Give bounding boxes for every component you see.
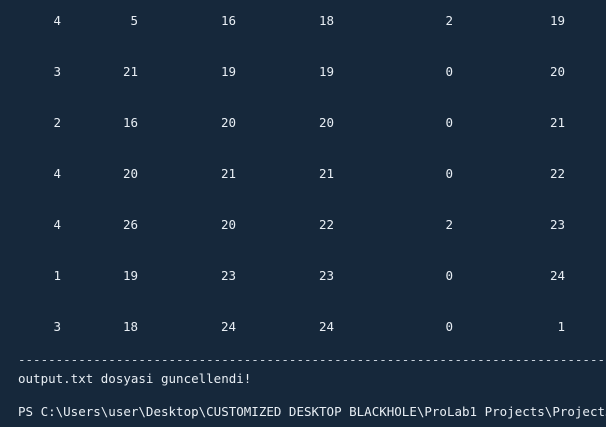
table-cell: 21 bbox=[220, 166, 236, 181]
table-cell: 4 bbox=[53, 13, 61, 28]
table-cell: 19 bbox=[122, 268, 138, 283]
table-cell: 0 bbox=[445, 64, 453, 79]
table-cell: 0 bbox=[445, 268, 453, 283]
table-row: 4 26 20 22 2 23 bbox=[0, 216, 606, 234]
table-row: 2 16 20 20 0 21 bbox=[0, 114, 606, 132]
table-cell: 20 bbox=[122, 166, 138, 181]
table-cell: 1 bbox=[53, 268, 61, 283]
table-cell: 0 bbox=[445, 115, 453, 130]
table-cell: 20 bbox=[220, 217, 236, 232]
table-cell: 23 bbox=[220, 268, 236, 283]
table-cell: 21 bbox=[549, 115, 565, 130]
table-cell: 21 bbox=[122, 64, 138, 79]
table-cell: 16 bbox=[220, 13, 236, 28]
table-cell: 16 bbox=[122, 115, 138, 130]
status-message: output.txt dosyasi guncellendi! bbox=[18, 371, 252, 386]
table-cell: 18 bbox=[122, 319, 138, 334]
table-cell: 23 bbox=[549, 217, 565, 232]
table-cell: 22 bbox=[549, 166, 565, 181]
table-cell: 0 bbox=[445, 166, 453, 181]
table-cell: 2 bbox=[445, 217, 453, 232]
table-cell: 18 bbox=[318, 13, 334, 28]
table-cell: 22 bbox=[318, 217, 334, 232]
table-cell: 23 bbox=[318, 268, 334, 283]
table-cell: 21 bbox=[318, 166, 334, 181]
table-row: 3 18 24 24 0 1 bbox=[0, 318, 606, 336]
table-cell: 24 bbox=[220, 319, 236, 334]
table-row: 1 19 23 23 0 24 bbox=[0, 267, 606, 285]
table-cell: 3 bbox=[53, 64, 61, 79]
table-row: 4 5 16 18 2 19 bbox=[0, 12, 606, 30]
table-cell: 19 bbox=[549, 13, 565, 28]
table-row: 3 21 19 19 0 20 bbox=[0, 63, 606, 81]
separator-line: ----------------------------------------… bbox=[18, 352, 606, 367]
table-cell: 4 bbox=[53, 217, 61, 232]
table-cell: 3 bbox=[53, 319, 61, 334]
table-cell: 2 bbox=[53, 115, 61, 130]
table-cell: 19 bbox=[318, 64, 334, 79]
table-cell: 19 bbox=[220, 64, 236, 79]
table-cell: 24 bbox=[318, 319, 334, 334]
table-cell: 20 bbox=[318, 115, 334, 130]
table-cell: 4 bbox=[53, 166, 61, 181]
table-cell: 2 bbox=[445, 13, 453, 28]
command-prompt[interactable]: PS C:\Users\user\Desktop\CUSTOMIZED DESK… bbox=[18, 403, 606, 421]
table-cell: 24 bbox=[549, 268, 565, 283]
table-cell: 0 bbox=[445, 319, 453, 334]
table-cell: 26 bbox=[122, 217, 138, 232]
table-cell: 5 bbox=[130, 13, 138, 28]
table-cell: 20 bbox=[549, 64, 565, 79]
table-row: 4 20 21 21 0 22 bbox=[0, 165, 606, 183]
terminal-window[interactable]: 4 5 16 18 2 19 3 21 19 19 0 20 2 16 20 2… bbox=[0, 0, 606, 427]
table-cell: 1 bbox=[557, 319, 565, 334]
table-cell: 20 bbox=[220, 115, 236, 130]
